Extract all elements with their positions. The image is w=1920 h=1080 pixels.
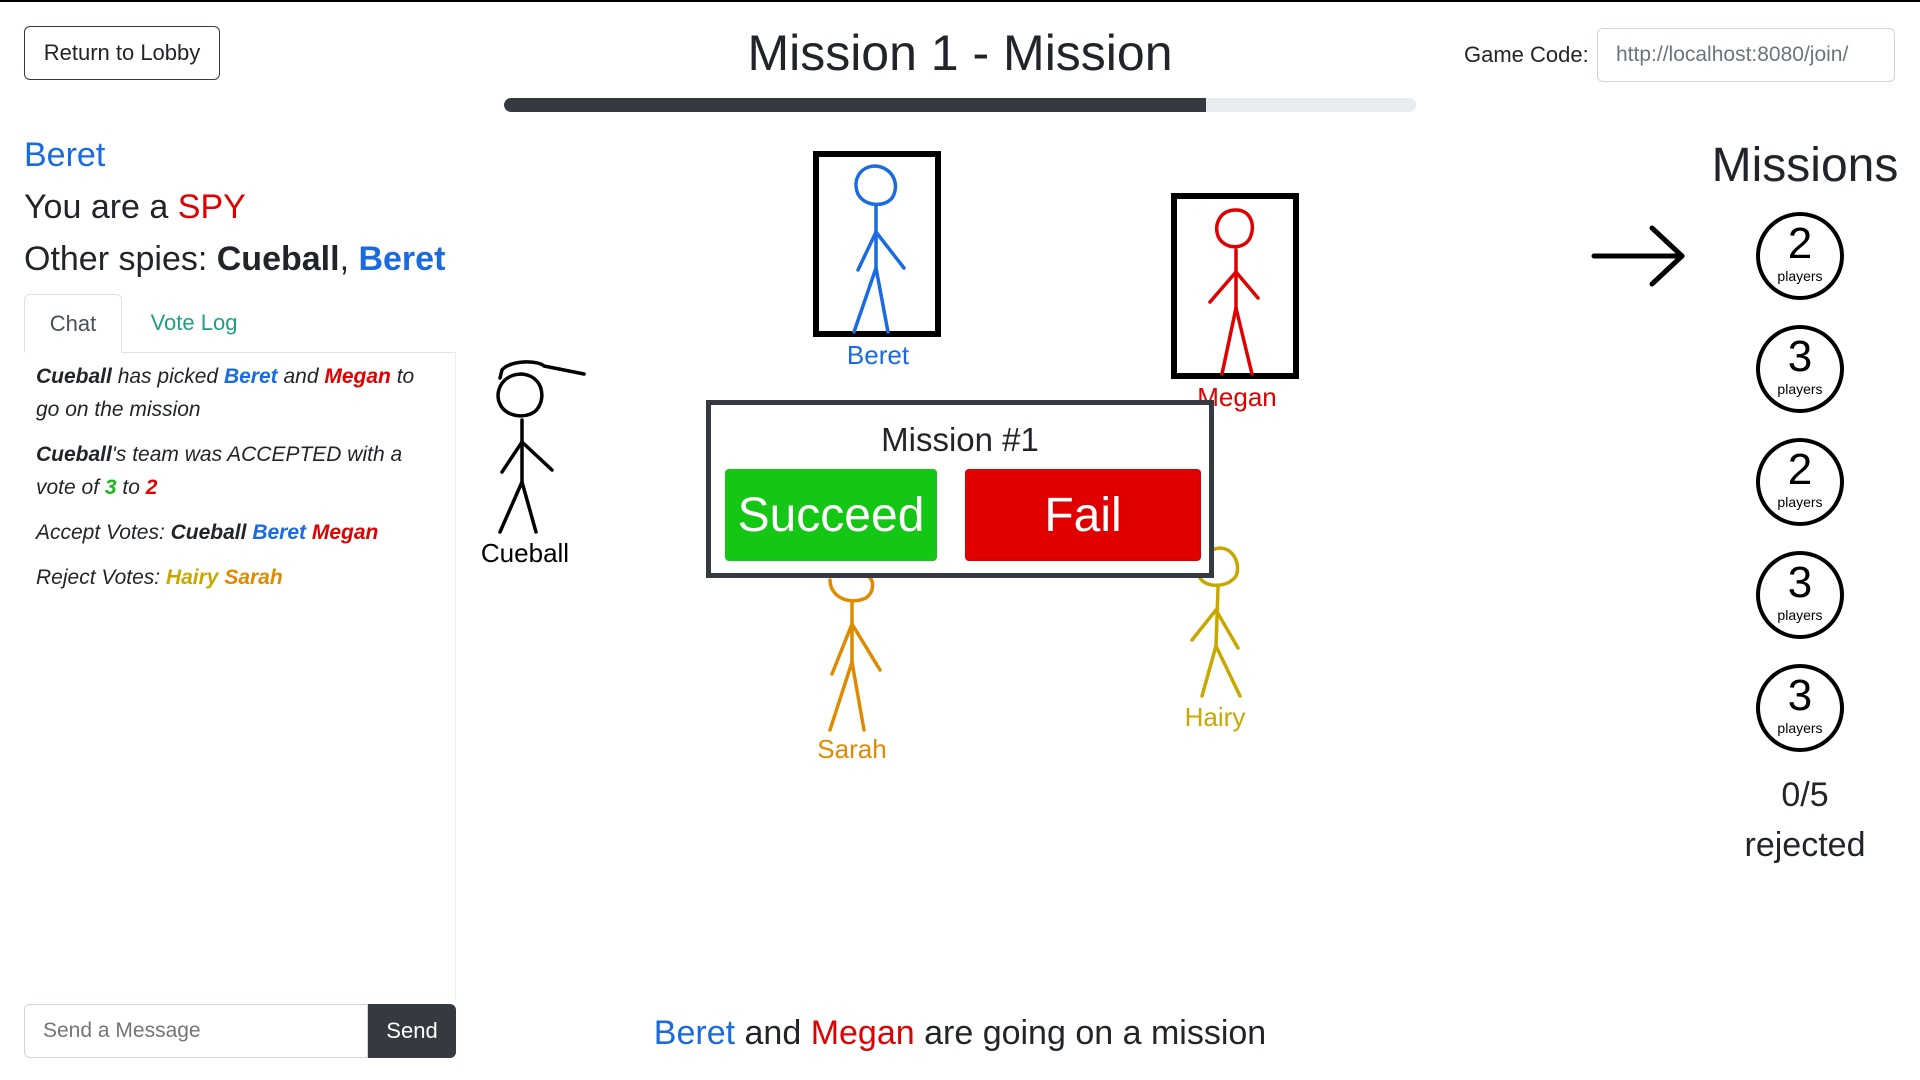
chat-message: Reject Votes: Hairy Sarah bbox=[36, 561, 443, 594]
player-label-cueball: Cueball bbox=[480, 538, 570, 568]
chat-tabs: Chat Vote Log bbox=[24, 294, 456, 353]
status-text: are going on a mission bbox=[914, 1014, 1267, 1052]
mission-unit: players bbox=[1777, 607, 1823, 623]
player-label-hairy: Hairy bbox=[1184, 702, 1246, 732]
progress-fill bbox=[504, 98, 1207, 112]
game-code-label: Game Code: bbox=[1464, 42, 1589, 67]
succeed-button[interactable]: Succeed bbox=[725, 469, 937, 561]
spies-separator: , bbox=[339, 240, 359, 278]
stick-figure-icon bbox=[1208, 208, 1260, 376]
player-ref: Cueball bbox=[36, 443, 112, 466]
role-line: You are a SPY bbox=[24, 188, 246, 227]
player-ref: Sarah bbox=[224, 566, 283, 589]
game-code-input[interactable] bbox=[1597, 28, 1895, 82]
chat-message: Cueball's team was ACCEPTED with a vote … bbox=[36, 438, 443, 504]
mission-player-count: 2 bbox=[1787, 445, 1813, 494]
player-ref: Cueball bbox=[170, 521, 247, 544]
missions-title: Missions bbox=[1711, 139, 1899, 192]
stick-figure-icon bbox=[852, 164, 906, 334]
role-prefix: You are a bbox=[24, 188, 178, 226]
player-label-beret: Beret bbox=[846, 340, 910, 370]
send-button[interactable]: Send bbox=[368, 1004, 456, 1058]
rejected-label: rejected bbox=[1744, 826, 1866, 864]
mission-dialog-title: Mission #1 bbox=[881, 421, 1039, 458]
current-mission-arrow-icon bbox=[1591, 225, 1685, 287]
player-megan-figure[interactable] bbox=[1170, 192, 1302, 384]
mission-player-count: 3 bbox=[1787, 332, 1813, 381]
player-ref: Megan bbox=[324, 365, 391, 388]
mission-indicator: 3 players bbox=[1756, 551, 1844, 639]
mission-unit: players bbox=[1777, 720, 1823, 736]
message-input[interactable] bbox=[24, 1004, 368, 1058]
rejected-count: 0/5 bbox=[1781, 776, 1829, 814]
phase-progress-bar bbox=[504, 98, 1416, 112]
mission-indicator: 3 players bbox=[1756, 325, 1844, 413]
mission-player-count: 3 bbox=[1787, 671, 1813, 720]
tab-chat[interactable]: Chat bbox=[24, 294, 122, 353]
mission-unit: players bbox=[1777, 381, 1823, 397]
other-spies-line: Other spies: Cueball, Beret bbox=[24, 240, 445, 279]
status-text: and bbox=[735, 1014, 811, 1052]
chat-text: Accept Votes: bbox=[36, 521, 171, 544]
mission-player-count: 2 bbox=[1787, 219, 1813, 268]
mission-indicator: 2 players bbox=[1756, 212, 1844, 300]
chat-text: has picked bbox=[111, 365, 224, 388]
player-label-sarah: Sarah bbox=[817, 734, 887, 764]
chat-text: and bbox=[277, 365, 325, 388]
player-ref: Hairy bbox=[165, 566, 219, 589]
chat-text: to bbox=[116, 476, 146, 499]
mission-indicator: 3 players bbox=[1756, 664, 1844, 752]
player-ref: Megan bbox=[311, 521, 379, 544]
player-ref: Beret bbox=[223, 365, 278, 388]
role-badge: SPY bbox=[177, 188, 246, 226]
player-ref: Beret bbox=[252, 521, 307, 544]
page-title: Mission 1 - Mission bbox=[747, 25, 1173, 81]
player-cueball-figure[interactable] bbox=[480, 352, 590, 538]
tab-vote-log[interactable]: Vote Log bbox=[134, 294, 254, 352]
spy-name: Cueball bbox=[216, 240, 340, 278]
mission-player-count: 3 bbox=[1787, 558, 1813, 607]
mission-vote-dialog: Mission #1 Succeed Fail bbox=[706, 400, 1214, 578]
spies-prefix: Other spies: bbox=[24, 240, 217, 278]
stick-figure-icon bbox=[496, 360, 586, 534]
player-name: Beret bbox=[24, 136, 106, 174]
mission-unit: players bbox=[1777, 494, 1823, 510]
spy-name: Beret bbox=[358, 240, 446, 278]
chat-message: Cueball has picked Beret and Megan to go… bbox=[36, 360, 443, 426]
player-beret-figure[interactable] bbox=[812, 150, 944, 342]
fail-button[interactable]: Fail bbox=[965, 469, 1201, 561]
player-ref: Cueball bbox=[36, 365, 112, 388]
vote-count-accept: 3 bbox=[104, 476, 117, 499]
chat-log: Cueball has picked Beret and Megan to go… bbox=[24, 352, 456, 1000]
return-to-lobby-button[interactable]: Return to Lobby bbox=[24, 26, 220, 80]
mission-status-text: Beret and Megan are going on a mission bbox=[600, 1014, 1320, 1053]
player-ref: Beret bbox=[653, 1014, 736, 1052]
player-sarah-figure[interactable] bbox=[808, 562, 898, 734]
chat-message: Accept Votes: Cueball Beret Megan bbox=[36, 516, 443, 549]
vote-count-reject: 2 bbox=[145, 476, 158, 499]
stick-figure-icon bbox=[828, 576, 882, 732]
player-ref: Megan bbox=[810, 1014, 915, 1052]
mission-indicator: 2 players bbox=[1756, 438, 1844, 526]
chat-text: Reject Votes: bbox=[36, 566, 166, 589]
mission-unit: players bbox=[1777, 268, 1823, 284]
